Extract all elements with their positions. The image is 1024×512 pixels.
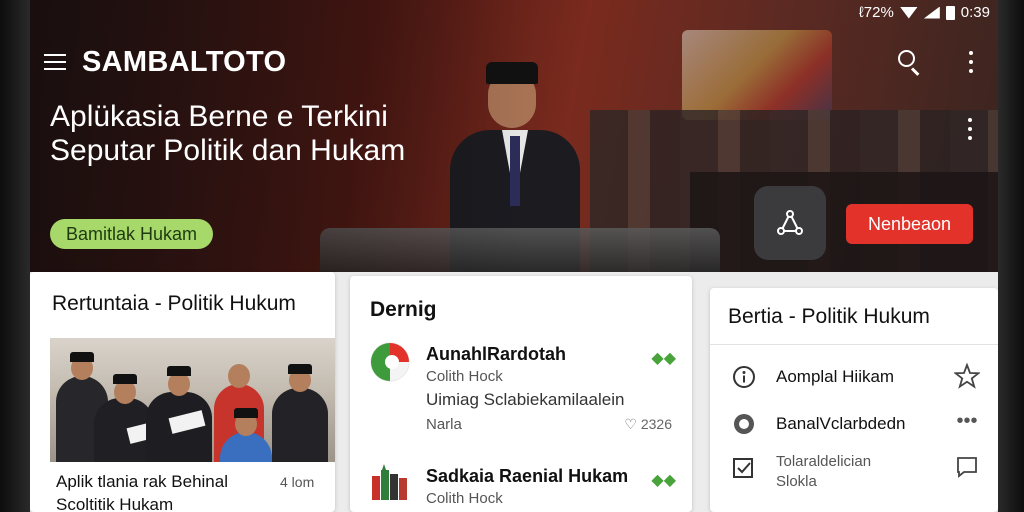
hero-title-line1: Aplükasia Berne e Terkini — [50, 100, 388, 133]
news-card-middle: Dernig AunahlRardotah Colith Hock Uimiag… — [350, 276, 692, 512]
card-middle-heading: Dernig — [370, 298, 437, 321]
status-left-text: ℓ72% — [858, 4, 894, 21]
books-icon — [372, 464, 407, 500]
caption-line2: Scoltitik Hukam — [56, 495, 174, 512]
row-label-line1: Tolaraldelician — [776, 453, 872, 470]
comment-icon[interactable] — [954, 454, 980, 480]
signal-icon — [923, 6, 940, 19]
news-card-right: Bertia - Politik Hukum Aomplal Hiikam Ba… — [710, 288, 998, 512]
news-caption[interactable]: Aplik tlania rak Behinal Scoltitik Hukam — [56, 470, 256, 512]
share-button[interactable] — [754, 186, 826, 260]
device-bezel-left — [0, 0, 30, 512]
news-card-left[interactable]: Rertuntaia - Politik Hukum Aplik tlania … — [30, 272, 335, 512]
app-screen: ℓ72% 0:39 SAMBALTOTO Aplükasia Berne e T… — [30, 0, 998, 512]
list-item[interactable]: AunahlRardotah Colith Hock Uimiag Sclabi… — [350, 342, 692, 442]
hero-banner[interactable]: ℓ72% 0:39 SAMBALTOTO Aplükasia Berne e T… — [30, 0, 998, 272]
list-item[interactable]: Sadkaia Raenial Hukam Colith Hock ◆◆ — [350, 462, 692, 512]
status-time: 0:39 — [960, 4, 990, 21]
row-label-line2: Slokla — [776, 473, 817, 490]
checkbox-icon — [733, 458, 753, 478]
divider — [710, 344, 998, 345]
share-icon — [777, 210, 803, 235]
search-icon[interactable] — [898, 50, 922, 76]
hero-more-icon[interactable] — [968, 118, 972, 140]
item-subtitle: Colith Hock — [426, 368, 503, 385]
device-bezel-right — [998, 0, 1024, 512]
trending-icon: ◆◆ — [651, 472, 676, 489]
news-photo[interactable] — [50, 338, 335, 462]
item-title: AunahlRardotah — [426, 344, 567, 364]
trending-icon: ◆◆ — [651, 350, 676, 367]
item-source: Narla — [426, 416, 462, 433]
list-row[interactable]: BanalVclarbdedn ••• — [710, 404, 998, 444]
menu-icon[interactable] — [44, 54, 66, 70]
list-row[interactable]: Aomplal Hiikam — [710, 357, 998, 397]
status-bar: ℓ72% 0:39 — [859, 4, 990, 21]
hero-action-button[interactable]: Nenbeaon — [846, 204, 973, 244]
info-icon — [733, 366, 755, 388]
card-left-heading: Rertuntaia - Politik Hukum — [52, 292, 296, 315]
item-count: ♡ 2326 — [624, 416, 672, 432]
row-label: Aomplal Hiikam — [776, 367, 895, 386]
item-count-value: 2326 — [640, 416, 672, 432]
item-title: Sadkaia Raenial Hukam — [426, 466, 629, 486]
source-logo-icon — [370, 342, 410, 382]
caption-line1: Aplik tlania rak Behinal — [56, 472, 228, 491]
hero-title-line2: Seputar Politik dan Hukam — [50, 134, 406, 167]
record-icon — [734, 414, 754, 434]
star-icon[interactable] — [954, 363, 980, 389]
list-row[interactable]: Tolaraldelician Slokla — [710, 448, 998, 498]
item-subtitle: Colith Hock — [426, 490, 503, 507]
wifi-icon — [899, 6, 918, 19]
hero-title: Aplükasia Berne e Terkini Seputar Politi… — [50, 100, 470, 168]
category-chip[interactable]: Bamitlak Hukam — [50, 219, 214, 249]
battery-icon — [945, 5, 955, 20]
more-options-icon[interactable] — [969, 51, 973, 73]
more-horizontal-icon[interactable]: ••• — [954, 410, 980, 436]
app-bar: SAMBALTOTO — [44, 42, 984, 82]
card-right-heading: Bertia - Politik Hukum — [728, 305, 930, 328]
item-description: Uimiag Sclabiekamilaalein — [426, 390, 625, 409]
app-title: SAMBALTOTO — [82, 45, 287, 78]
row-label: BanalVclarbdedn — [776, 414, 906, 433]
caption-meta: 4 lom — [280, 474, 315, 490]
